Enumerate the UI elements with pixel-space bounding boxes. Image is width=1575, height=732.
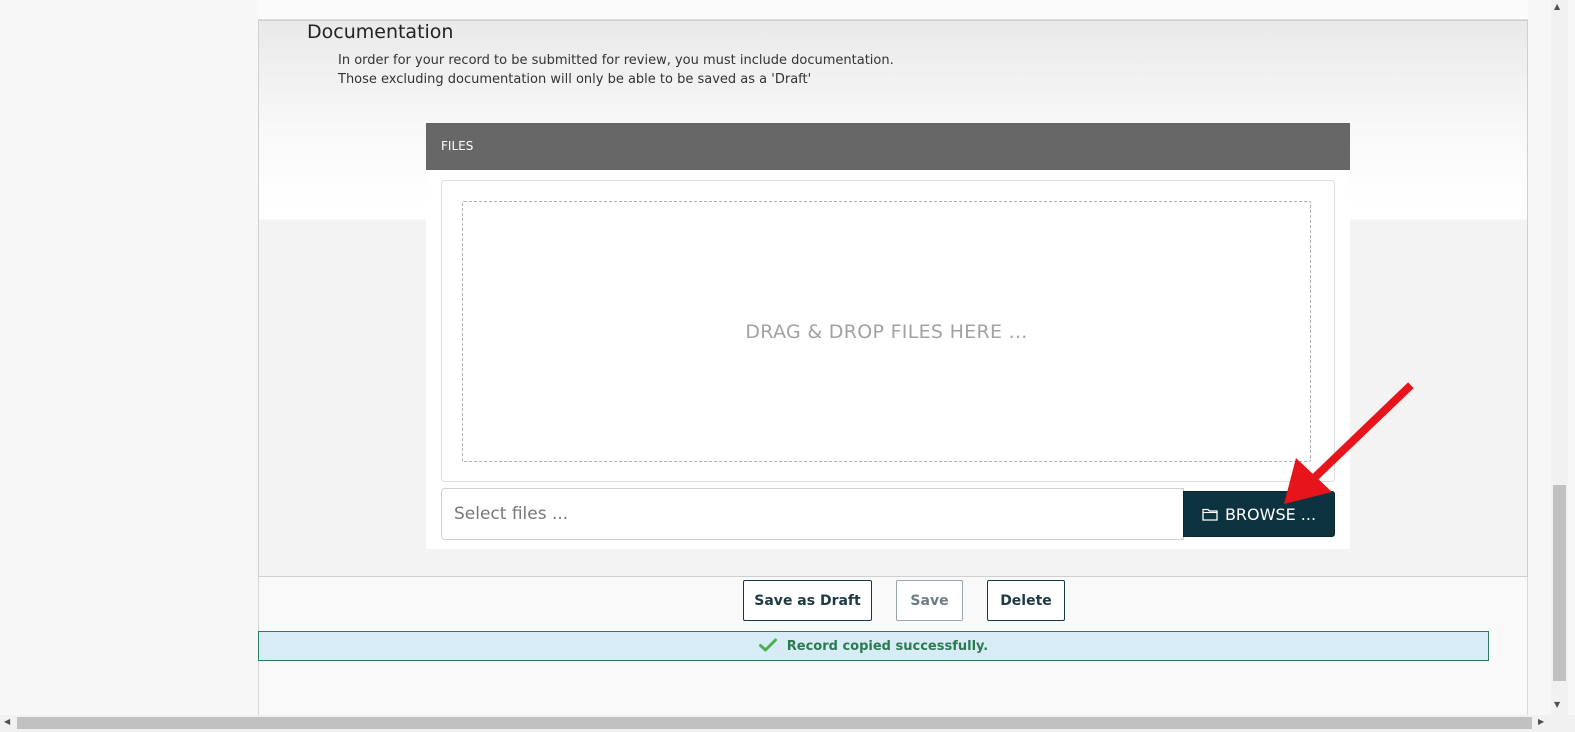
- select-files-input[interactable]: [441, 488, 1184, 540]
- delete-button[interactable]: Delete: [987, 580, 1065, 621]
- checkmark-icon: [758, 637, 777, 656]
- file-drop-zone[interactable]: DRAG & DROP FILES HERE ...: [462, 201, 1311, 462]
- success-message-bar: Record copied successfully.: [258, 631, 1489, 661]
- files-header: FILES: [426, 123, 1350, 170]
- documentation-instruction-1: In order for your record to be submitted…: [338, 53, 894, 68]
- save-as-draft-button[interactable]: Save as Draft: [743, 580, 872, 621]
- scrollbar-corner: [1551, 715, 1575, 732]
- horizontal-scrollbar-thumb[interactable]: [17, 717, 1532, 729]
- scroll-right-arrow-icon[interactable]: ▶: [1538, 717, 1544, 726]
- documentation-instruction-2: Those excluding documentation will only …: [338, 72, 812, 87]
- previous-section-bottom: [258, 0, 1528, 20]
- scroll-left-arrow-icon[interactable]: ◀: [4, 717, 10, 726]
- drop-zone-text: DRAG & DROP FILES HERE ...: [745, 320, 1028, 343]
- success-message-text: Record copied successfully.: [786, 638, 989, 654]
- scroll-up-arrow-icon[interactable]: ▲: [1554, 2, 1560, 11]
- folder-icon: [1202, 507, 1218, 521]
- save-button[interactable]: Save: [896, 580, 963, 621]
- vertical-scrollbar-thumb[interactable]: [1553, 485, 1566, 681]
- scroll-down-arrow-icon[interactable]: ▼: [1554, 700, 1560, 709]
- red-arrow-annotation: [1284, 382, 1414, 504]
- documentation-title: Documentation: [307, 21, 454, 43]
